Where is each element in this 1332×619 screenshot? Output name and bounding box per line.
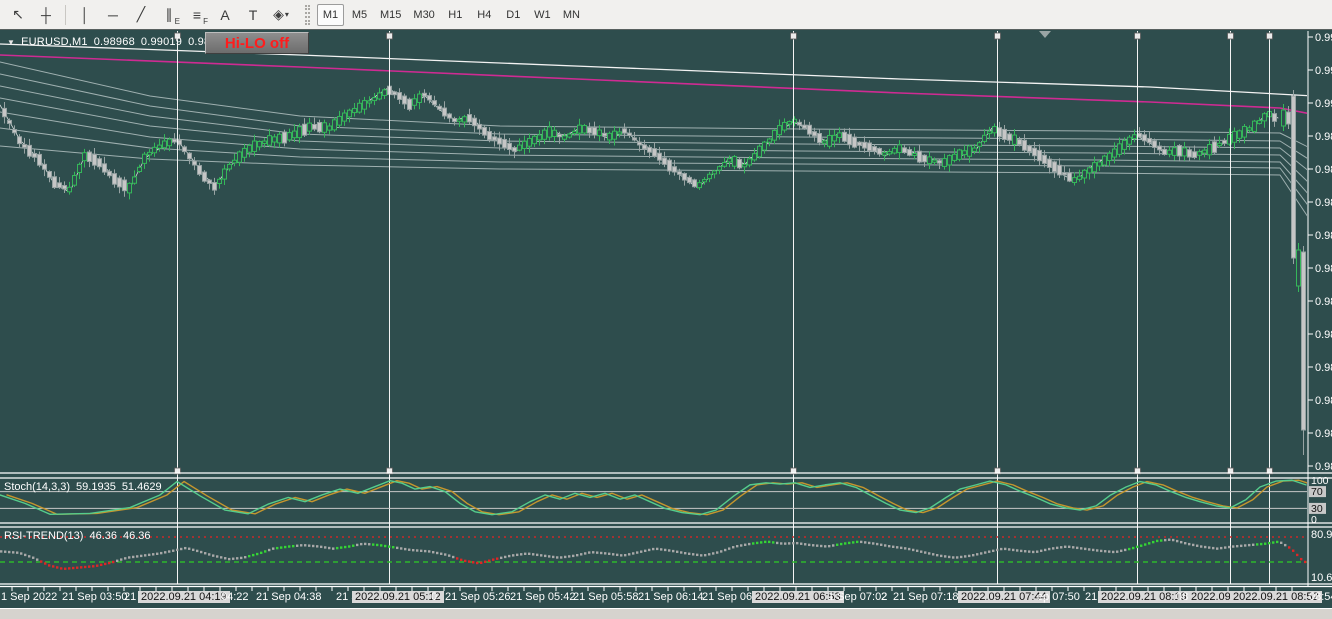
vline-handle[interactable] [1227, 32, 1234, 40]
high-price: 0.99019 [140, 36, 183, 48]
tool-text-button[interactable]: A [212, 3, 238, 27]
vline-handle[interactable] [790, 32, 797, 40]
price-axis-label: 0.9845 [1315, 461, 1332, 473]
time-label: 08:54 [1309, 591, 1332, 603]
time-label: 1 Sep 2022 [1, 591, 58, 603]
stoch-scale-upper: 70 [1311, 486, 1323, 498]
chevron-down-icon: ▾ [284, 10, 289, 19]
tool-text-label-button[interactable]: T [240, 3, 266, 27]
vline-handle[interactable] [994, 32, 1001, 40]
time-label: 21 Sep 06:14 [638, 591, 704, 603]
tool-horizontal-line-button[interactable]: ─ [100, 3, 126, 27]
timeframe-m5-button[interactable]: M5 [346, 4, 373, 26]
timeframe-w1-button[interactable]: W1 [529, 4, 556, 26]
time-label: ep 07:50 [1037, 591, 1080, 603]
vertical-line-icon: │ [80, 6, 90, 23]
arrows-icon: ◈ [273, 6, 284, 22]
window-bottom-edge [0, 608, 1332, 619]
stoch-scale-0: 0 [1311, 514, 1317, 526]
time-label: 1 Sep 07:02 [828, 591, 888, 603]
vline-handle[interactable] [1266, 32, 1273, 40]
stoch-value-1: 59.1935 [76, 481, 116, 493]
timeframe-m1-button[interactable]: M1 [317, 3, 344, 26]
trendline-icon: ╱ [136, 6, 146, 22]
cursor-icon: ↖ [12, 6, 24, 22]
time-label-highlighted: 2022.09.21 05:12 [352, 591, 444, 603]
equidistant-channel-icon: ∥ [165, 6, 173, 22]
text-label-icon: T [248, 6, 258, 23]
time-label-highlighted: 2022.09.21 04:19 [138, 591, 230, 603]
tool-arrows-button[interactable]: ◈ ▾ [268, 3, 294, 27]
price-axis-label: 0.9900 [1315, 98, 1332, 110]
rsi-name: RSI-TREND(13) [4, 530, 84, 542]
time-label: 21 Sep 03:50 [62, 591, 128, 603]
price-axis-label: 0.9855 [1315, 395, 1332, 407]
hilo-toggle-button[interactable]: Hi-LO off [205, 32, 309, 54]
price-axis-label: 0.9850 [1315, 428, 1332, 440]
price-axis-label: 0.9880 [1315, 230, 1332, 242]
tool-fibonacci-button[interactable]: ≡ F [184, 3, 210, 27]
timeframe-m30-button[interactable]: M30 [408, 4, 439, 26]
time-label-highlighted: 2022.09.21 08:52 [1230, 591, 1322, 603]
toolbar: ↖ ┼ │ ─ ╱ ∥ E ≡ F A T ◈ ▾ M1 M5 M15 M30 H1 H4 D1 W1 MN [0, 0, 1332, 30]
price-axis-label: 0.9895 [1315, 131, 1332, 143]
timeframe-h4-button[interactable]: H4 [471, 4, 498, 26]
vline-handle[interactable] [386, 32, 393, 40]
timeframe-d1-button[interactable]: D1 [500, 4, 527, 26]
fibonacci-sub-letter: F [203, 16, 208, 26]
toolbar-grip [305, 4, 310, 25]
open-price: 0.98968 [93, 36, 135, 48]
time-label: 21 Sep 07:18 [893, 591, 959, 603]
chart-canvas[interactable]: 0.9910 0.9905 0.9900 0.9895 0.9890 0.9885 0.98… [0, 30, 1332, 608]
stoch-label: Stoch(14,3,3) 59.1935 51.4629 [4, 481, 162, 493]
time-label: 21 [1085, 591, 1098, 603]
price-axis-label: 0.9885 [1315, 197, 1332, 209]
time-label: 21 [124, 591, 137, 603]
time-label: 21 Sep 05:42 [510, 591, 576, 603]
vline-handle[interactable] [1134, 32, 1141, 40]
timeframe-m15-button[interactable]: M15 [375, 4, 406, 26]
time-label-highlighted: 2022.09.21 07:44 [958, 591, 1050, 603]
horizontal-line-icon: ─ [108, 6, 118, 23]
time-label: 21 Sep 05:58 [573, 591, 639, 603]
crosshair-icon: ┼ [41, 6, 51, 23]
text-icon: A [220, 6, 230, 23]
timeframe-h1-button[interactable]: H1 [442, 4, 469, 26]
timeframe-mn-button[interactable]: MN [558, 4, 585, 26]
price-axis-label: 0.9860 [1315, 362, 1332, 374]
time-label: 04:22 [221, 591, 249, 603]
tool-trendline-button[interactable]: ╱ [128, 3, 154, 27]
time-label: 21 Sep 04:38 [256, 591, 322, 603]
rsi-label: RSI-TREND(13) 46.36 46.36 [4, 530, 151, 542]
rsi-scale-bottom: 10.6 [1311, 572, 1332, 584]
price-axis-label: 0.9905 [1315, 65, 1332, 77]
rsi-value-1: 46.36 [89, 530, 117, 542]
toolbar-separator [65, 4, 66, 25]
rsi-scale-top: 80.9 [1311, 529, 1332, 541]
time-label: 0 [431, 591, 438, 603]
price-axis-label: 0.9910 [1315, 32, 1332, 44]
equidistant-channel-sub-letter: E [174, 16, 180, 26]
stoch-value-2: 51.4629 [121, 481, 162, 493]
time-label: 08 [1176, 591, 1189, 603]
price-axis-label: 0.9870 [1315, 296, 1332, 308]
rsi-value-2: 46.36 [122, 530, 151, 542]
price-axis-label: 0.9890 [1315, 164, 1332, 176]
time-axis[interactable]: 1 Sep 2022 21 Sep 03:50 21 2022.09.21 04:19… [0, 589, 1332, 608]
price-axis-label: 0.9865 [1315, 329, 1332, 341]
tool-cursor-button[interactable]: ↖ [5, 3, 31, 27]
collapse-triangle-icon[interactable]: ▼ [7, 38, 15, 47]
time-label: 2 [881, 591, 888, 603]
time-label: 21 Sep 05:26 [445, 591, 511, 603]
tool-equidistant-channel-button[interactable]: ∥ E [156, 3, 182, 27]
stoch-name: Stoch(14,3,3) [4, 481, 71, 493]
symbol-period-label: EURUSD,M1 [21, 36, 88, 48]
mt4-window: ↖┼│─╱∥E≡FAT◈▾M1M5M15M30H1H4D1W1MN 0.9910… [0, 0, 1332, 619]
tool-crosshair-button[interactable]: ┼ [33, 3, 59, 27]
fibonacci-icon: ≡ [192, 6, 202, 23]
tool-vertical-line-button[interactable]: │ [72, 3, 98, 27]
price-axis-label: 0.9875 [1315, 263, 1332, 275]
